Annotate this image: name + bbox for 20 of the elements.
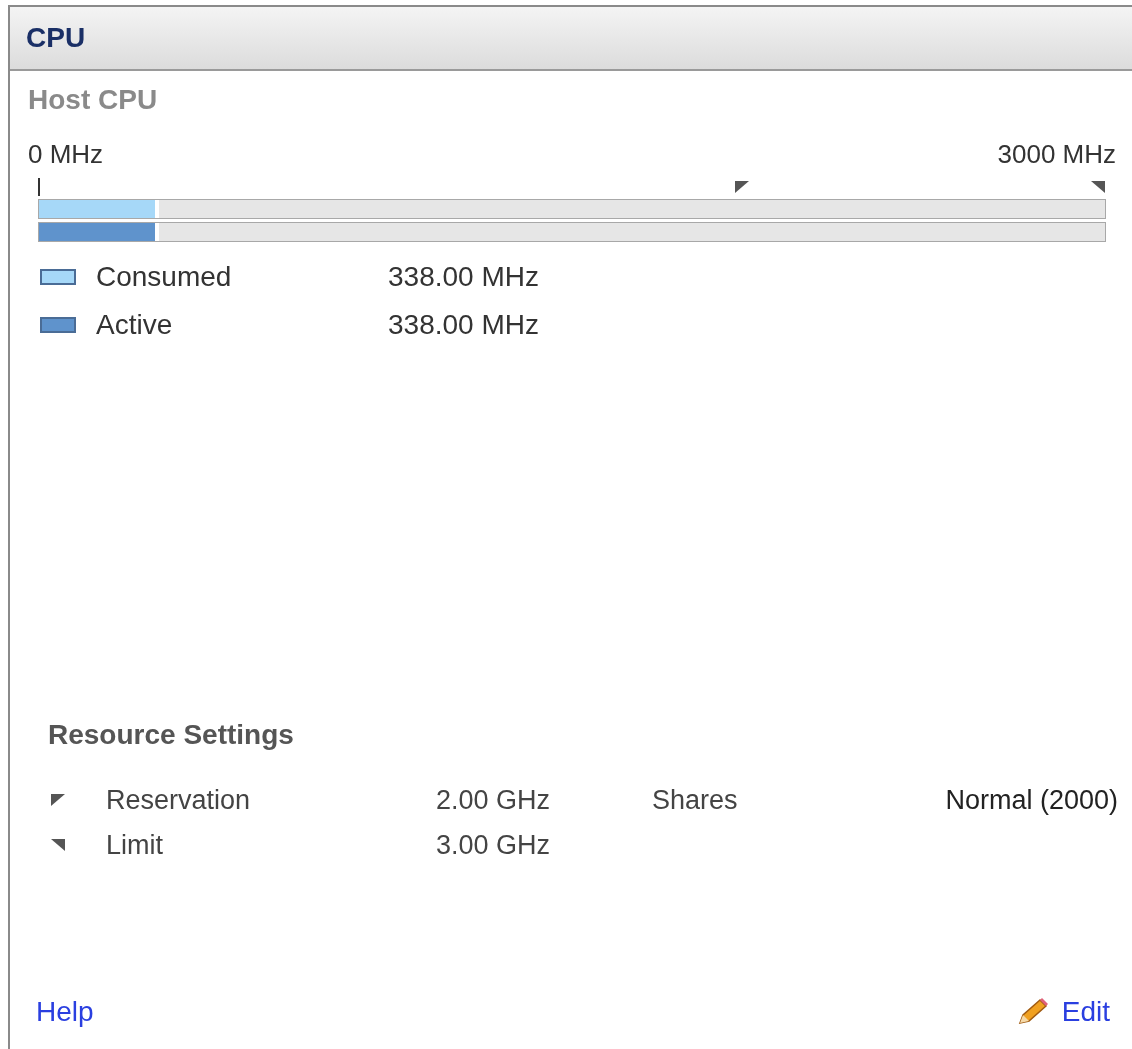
limit-marker-icon	[50, 837, 66, 852]
scale-max-label: 3000 MHz	[997, 138, 1116, 171]
legend-value: 338.00 MHz	[388, 308, 539, 342]
reservation-marker-icon	[50, 793, 66, 808]
edit-link[interactable]: Edit	[1015, 991, 1110, 1033]
section-title: Resource Settings	[48, 718, 294, 752]
setting-value: Normal (2000)	[945, 784, 1118, 817]
setting-label: Limit	[106, 828, 164, 862]
setting-value: 3.00 GHz	[436, 828, 552, 862]
setting-label: Reservation	[106, 784, 252, 817]
legend-value: 338.00 MHz	[388, 260, 539, 294]
setting-value: 2.00 GHz	[436, 784, 552, 817]
scale-tick	[38, 178, 40, 196]
scale-min-label: 0 MHz	[28, 138, 104, 171]
section-title: Host CPU	[28, 83, 158, 117]
setting-label: Shares	[652, 784, 738, 817]
panel-title: CPU	[26, 21, 86, 55]
legend-label: Consumed	[96, 260, 233, 294]
legend-label: Active	[96, 308, 174, 342]
help-link[interactable]: Help	[36, 991, 94, 1033]
